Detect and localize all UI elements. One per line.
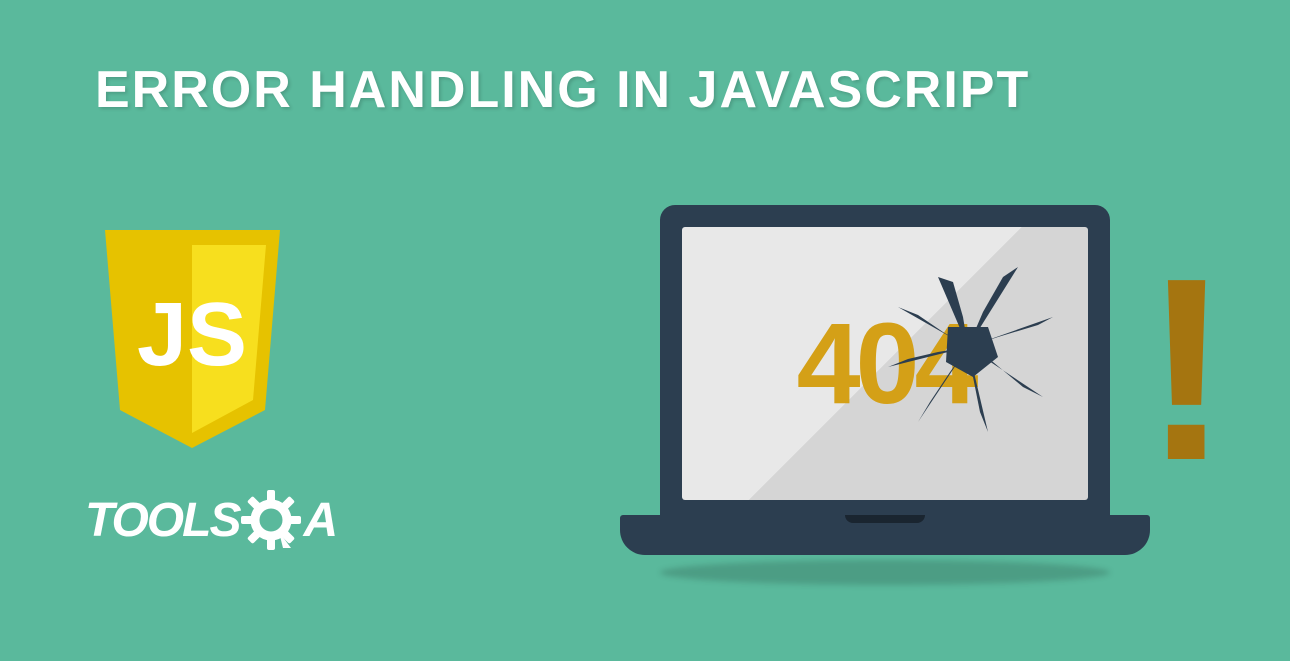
- brand-suffix: A: [303, 493, 336, 548]
- crack-icon: [878, 257, 1058, 437]
- js-shield-icon: JS: [95, 230, 290, 450]
- javascript-logo: JS: [95, 230, 290, 450]
- toolsqa-logo: TOOLS A: [85, 490, 336, 550]
- laptop-screen: 404: [682, 227, 1088, 500]
- exclamation-mark: !: [1143, 240, 1230, 500]
- svg-text:JS: JS: [137, 285, 247, 385]
- laptop-frame: 404: [660, 205, 1110, 515]
- gear-icon: [241, 490, 301, 550]
- laptop-base: [620, 515, 1150, 555]
- laptop-shadow: [660, 560, 1110, 585]
- brand-prefix: TOOLS: [85, 493, 239, 548]
- page-title: ERROR HANDLING IN JAVASCRIPT: [95, 60, 1030, 120]
- laptop-illustration: 404: [620, 205, 1150, 585]
